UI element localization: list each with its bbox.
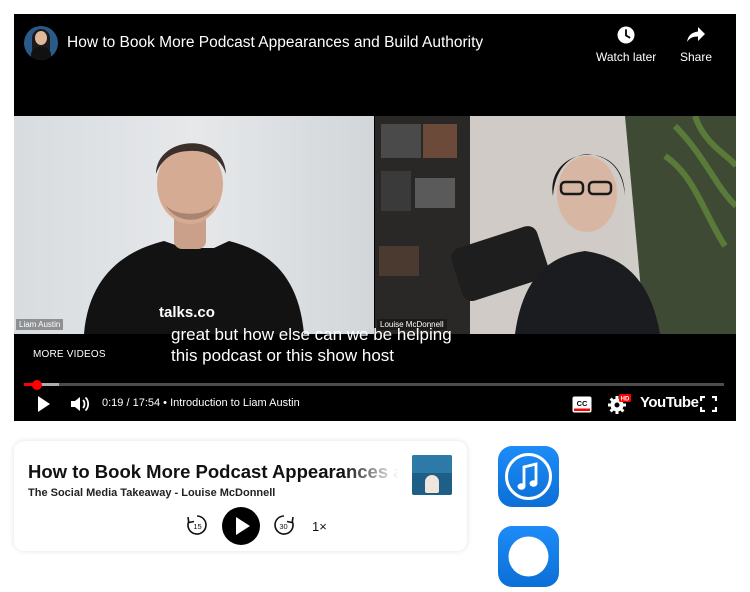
caption-line-1: great but how else can we be helping (171, 325, 452, 344)
apple-podcasts-music-icon[interactable] (498, 446, 559, 507)
player-top-bar: How to Book More Podcast Appearances and… (14, 14, 736, 116)
left-speaker-name: Liam Austin (16, 319, 64, 330)
settings-gear-icon: HD (608, 394, 631, 414)
rewind-15-button[interactable]: 15 (185, 513, 209, 542)
left-speaker-pane: talks.co Liam Austin (14, 116, 374, 334)
left-speaker-image (84, 143, 304, 334)
share-arrow-icon (687, 27, 706, 42)
play-icon (222, 507, 260, 545)
music-note-icon (505, 453, 552, 500)
fullscreen-icon (699, 395, 718, 413)
forward-30-icon: 30 (274, 515, 294, 535)
volume-icon (71, 396, 90, 412)
share-label: Share (680, 50, 713, 64)
video-frame[interactable]: talks.co Liam Austin Louise McDonnell (14, 116, 736, 334)
cc-button[interactable]: CC (572, 396, 592, 418)
right-speaker-image (375, 116, 736, 334)
podcast-title-fade (344, 455, 408, 485)
rewind-seconds: 15 (193, 522, 201, 531)
video-title[interactable]: How to Book More Podcast Appearances and… (67, 34, 483, 52)
podcast-show-name[interactable]: The Social Media Takeaway - Louise McDon… (28, 487, 275, 499)
podcast-play-button[interactable] (221, 506, 261, 551)
watch-later-label: Watch later (596, 50, 657, 64)
second-app-icon[interactable] (498, 526, 559, 587)
caption-line-2: this podcast or this show host (171, 346, 395, 365)
cc-icon: CC (572, 396, 592, 413)
play-button[interactable] (36, 394, 52, 419)
hd-badge: HD (621, 397, 630, 403)
right-speaker-pane: Louise McDonnell (375, 116, 736, 334)
forward-30-button[interactable]: 30 (272, 513, 296, 542)
podcast-artwork[interactable] (412, 455, 452, 495)
chapter-separator: • (163, 397, 168, 409)
playback-speed-button[interactable]: 1× (312, 519, 327, 534)
chapter-title[interactable]: Introduction to Liam Austin (170, 397, 300, 409)
rewind-15-icon: 15 (187, 515, 207, 535)
time-display: 0:19 / 17:54 (102, 397, 161, 409)
progress-bar[interactable] (24, 383, 724, 386)
clock-icon (617, 26, 635, 44)
caption-text: great but how else can we be helping thi… (171, 324, 452, 366)
youtube-logo[interactable]: YouTube (640, 394, 699, 411)
shirt-logo-text: talks.co (159, 304, 215, 321)
volume-button[interactable] (69, 394, 91, 419)
channel-avatar[interactable] (24, 26, 58, 60)
podcast-embed-card: How to Book More Podcast Appearances and… (14, 441, 467, 551)
app-glyph-icon (508, 536, 549, 577)
share-button[interactable]: Share (680, 26, 712, 64)
progress-scrubber-handle[interactable] (32, 380, 42, 390)
play-icon (38, 396, 50, 412)
settings-button[interactable]: HD (607, 394, 631, 419)
forward-seconds: 30 (279, 522, 287, 531)
fullscreen-button[interactable] (699, 395, 718, 417)
video-player[interactable]: How to Book More Podcast Appearances and… (14, 14, 736, 421)
time-and-chapter: 0:19 / 17:54 • Introduction to Liam Aust… (102, 397, 300, 409)
watch-later-button[interactable]: Watch later (596, 26, 656, 64)
more-videos-button[interactable]: MORE VIDEOS (33, 349, 106, 360)
cc-label: CC (577, 399, 588, 408)
